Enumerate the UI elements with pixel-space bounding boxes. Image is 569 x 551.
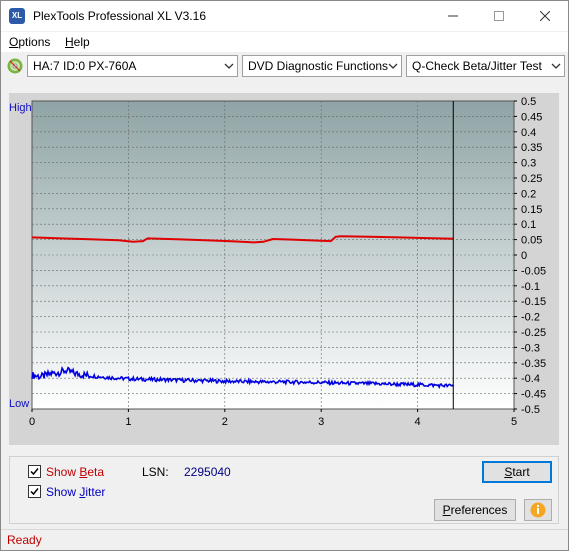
show-beta-checkbox[interactable] xyxy=(28,465,41,478)
x-tick-label: 2 xyxy=(222,416,228,428)
window-title: PlexTools Professional XL V3.16 xyxy=(33,9,206,23)
preferences-button[interactable]: Preferences xyxy=(434,499,516,521)
y-tick-label: -0.5 xyxy=(521,404,540,416)
y-tick-label: 0 xyxy=(521,250,527,262)
maximize-icon xyxy=(494,11,504,21)
y-tick-label: 0.2 xyxy=(521,188,536,200)
toolbar: HA:7 ID:0 PX-760A DVD Diagnostic Functio… xyxy=(1,53,568,80)
lsn-label: LSN: xyxy=(142,465,169,479)
y-tick-label: 0.3 xyxy=(521,158,536,170)
show-beta-label[interactable]: Show Beta xyxy=(46,465,104,479)
low-label: Low xyxy=(9,398,29,410)
app-icon: XL xyxy=(9,8,25,24)
y-tick-label: -0.15 xyxy=(521,296,546,308)
checkmark-icon xyxy=(30,488,39,496)
lsn-value: 2295040 xyxy=(184,465,231,479)
title-bar: XL PlexTools Professional XL V3.16 xyxy=(1,1,568,31)
y-tick-label: 0.05 xyxy=(521,235,542,247)
status-text: Ready xyxy=(7,533,42,547)
function-select-value: DVD Diagnostic Functions xyxy=(248,59,389,73)
y-tick-label: -0.25 xyxy=(521,327,546,339)
beta-jitter-chart: 0.5 0.45 0.4 0.35 0.3 0.25 0.2 0.15 0.1 0.05 0 -0.0… xyxy=(9,96,546,428)
y-tick-label: -0.4 xyxy=(521,373,540,385)
y-tick-label: -0.3 xyxy=(521,342,540,354)
close-icon xyxy=(540,11,550,21)
x-tick-label: 1 xyxy=(125,416,131,428)
y-tick-label: 0.25 xyxy=(521,173,542,185)
app-window: XL PlexTools Professional XL V3.16 Optio… xyxy=(0,0,569,551)
close-button[interactable] xyxy=(522,1,568,31)
chevron-down-icon xyxy=(551,63,561,69)
menu-options[interactable]: Options xyxy=(9,35,50,49)
start-button[interactable]: Start xyxy=(482,461,552,483)
grid-lines xyxy=(32,101,514,409)
drive-select[interactable]: HA:7 ID:0 PX-760A xyxy=(27,55,238,77)
minimize-icon xyxy=(448,15,458,17)
test-select-value: Q-Check Beta/Jitter Test xyxy=(412,59,542,73)
y-tick-label: 0.15 xyxy=(521,204,542,216)
y-tick-label: -0.35 xyxy=(521,358,546,370)
x-tick-label: 0 xyxy=(29,416,35,428)
drive-icon xyxy=(7,58,23,74)
info-button[interactable] xyxy=(524,499,552,521)
high-label: High xyxy=(9,102,32,114)
test-select[interactable]: Q-Check Beta/Jitter Test xyxy=(406,55,565,77)
y-tick-label: 0.45 xyxy=(521,111,542,123)
x-tick-label: 5 xyxy=(511,416,517,428)
y-tick-label: -0.45 xyxy=(521,389,546,401)
y-tick-label: -0.1 xyxy=(521,281,540,293)
y-tick-label: -0.05 xyxy=(521,265,546,277)
show-jitter-checkbox[interactable] xyxy=(28,485,41,498)
maximize-button[interactable] xyxy=(476,1,522,31)
minimize-button[interactable] xyxy=(430,1,476,31)
controls-panel: Show Beta Show Jitter LSN: 2295040 Start… xyxy=(9,456,559,524)
chevron-down-icon xyxy=(388,63,398,69)
y-tick-label: 0.5 xyxy=(521,96,536,108)
chevron-down-icon xyxy=(224,63,234,69)
menu-bar: Options Help xyxy=(1,32,568,52)
x-tick-label: 3 xyxy=(318,416,324,428)
x-tick-label: 4 xyxy=(415,416,421,428)
y-tick-label: 0.4 xyxy=(521,127,536,139)
y-tick-label: -0.2 xyxy=(521,312,540,324)
menu-help[interactable]: Help xyxy=(65,35,90,49)
info-icon xyxy=(530,502,546,518)
y-tick-label: 0.35 xyxy=(521,142,542,154)
y-tick-label: 0.1 xyxy=(521,219,536,231)
function-select[interactable]: DVD Diagnostic Functions xyxy=(242,55,402,77)
status-bar: Ready xyxy=(1,529,568,550)
checkmark-icon xyxy=(30,468,39,476)
show-jitter-label[interactable]: Show Jitter xyxy=(46,485,105,499)
chart-panel: 0.5 0.45 0.4 0.35 0.3 0.25 0.2 0.15 0.1 0.05 0 -0.0… xyxy=(9,93,559,445)
drive-select-value: HA:7 ID:0 PX-760A xyxy=(33,59,137,73)
